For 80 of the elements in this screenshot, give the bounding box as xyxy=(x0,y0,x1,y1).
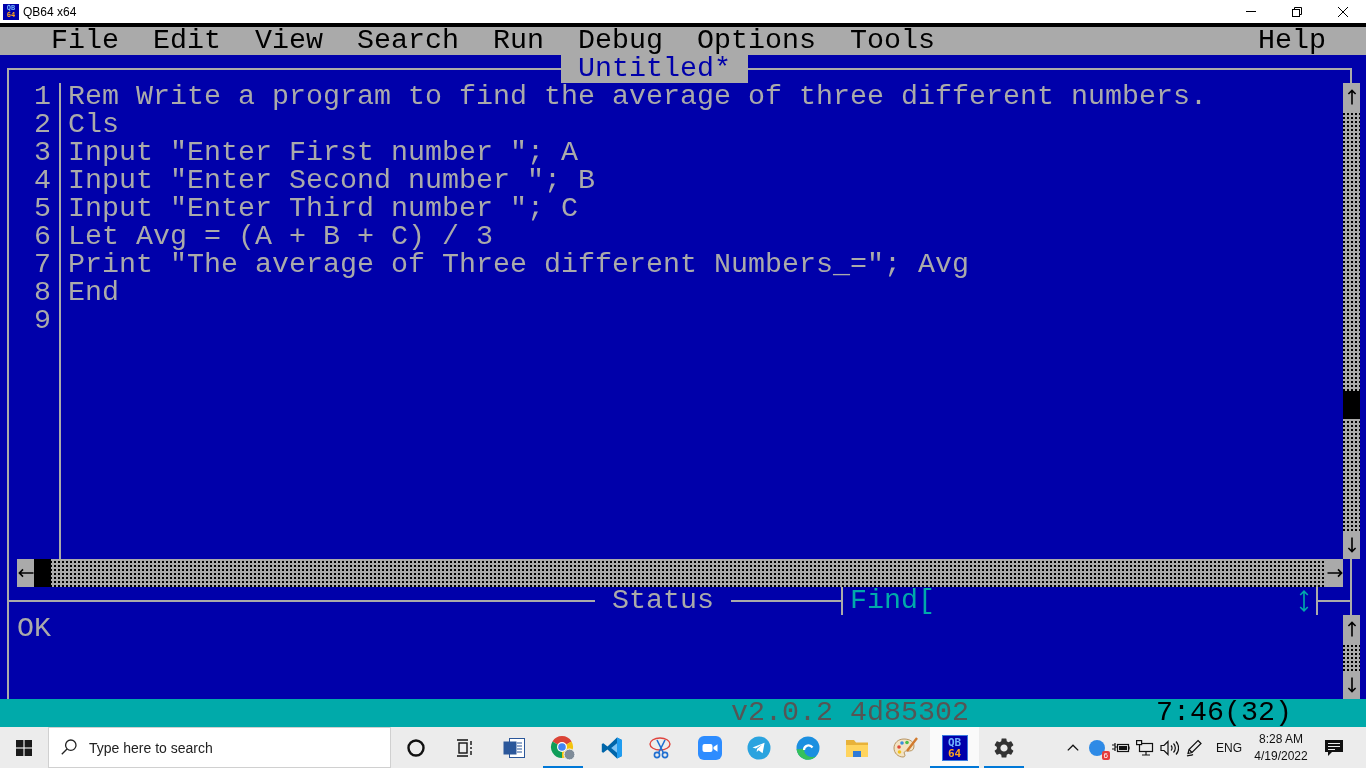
line-number: 8 xyxy=(34,279,51,307)
down-arrow-icon xyxy=(1346,677,1357,693)
scroll-up-button[interactable] xyxy=(1343,83,1360,111)
logo-text: 64 xyxy=(947,747,962,759)
scrollbar-thumb[interactable] xyxy=(34,559,51,587)
language-indicator[interactable]: ENG xyxy=(1216,740,1242,755)
code-line: Input "Enter Second number "; B xyxy=(68,167,595,195)
scroll-right-button[interactable] xyxy=(1326,559,1343,587)
menu-item[interactable]: Run xyxy=(476,27,561,55)
scissors-icon xyxy=(647,735,674,760)
battery-icon[interactable] xyxy=(1111,740,1131,755)
ring-icon xyxy=(405,737,426,758)
scroll-up-button[interactable] xyxy=(1343,615,1360,643)
app-icon[interactable] xyxy=(1089,739,1105,756)
menu-item[interactable]: Debug xyxy=(561,27,680,55)
status-message: OK xyxy=(17,615,51,643)
line-number: 7 xyxy=(34,251,51,279)
line-number: 3 xyxy=(34,139,51,167)
chevron-up-icon[interactable] xyxy=(1067,744,1079,751)
windows-logo-icon xyxy=(16,739,32,756)
menu-item[interactable]: Tools xyxy=(833,27,952,55)
code-line: Cls xyxy=(68,111,119,139)
left-arrow-icon xyxy=(17,568,34,578)
up-down-arrow-icon xyxy=(1299,590,1309,612)
line-number: 5 xyxy=(34,195,51,223)
code-line: Let Avg = (A + B + C) / 3 xyxy=(68,223,493,251)
menu-item[interactable]: Options xyxy=(680,27,833,55)
paper-plane-icon xyxy=(746,735,771,760)
menu-item[interactable]: Help xyxy=(1241,27,1343,55)
restore-icon xyxy=(1292,6,1302,17)
line-number: 6 xyxy=(34,223,51,251)
line-number: 1 xyxy=(34,83,51,111)
code-line: Print "The average of Three different Numbers_="; Avg xyxy=(68,251,969,279)
palette-icon xyxy=(892,735,919,760)
video-camera-icon xyxy=(697,735,722,760)
running-indicator xyxy=(930,766,979,768)
editor-title: Untitled* xyxy=(561,55,748,83)
search-field[interactable]: Type here to search xyxy=(48,727,391,768)
up-arrow-icon xyxy=(1346,89,1357,105)
menu-item[interactable]: Search xyxy=(340,27,476,55)
code-line: Input "Enter Third number "; C xyxy=(68,195,578,223)
code-line: Rem Write a program to find the average of three different numbers. xyxy=(68,83,1207,111)
up-arrow-icon xyxy=(1346,621,1357,637)
notification-icon[interactable] xyxy=(1324,738,1344,757)
scroll-left-button[interactable] xyxy=(17,559,34,587)
running-indicator xyxy=(542,766,583,768)
cursor-position: 7:46(32) xyxy=(1156,699,1292,727)
swirl-icon xyxy=(795,735,820,760)
close-icon xyxy=(1338,6,1348,17)
notification-badge: 6 xyxy=(1101,750,1110,760)
scrollbar-thumb[interactable] xyxy=(1343,391,1360,419)
search-icon xyxy=(61,739,77,755)
document-icon xyxy=(501,735,526,760)
monitor-icon[interactable] xyxy=(1136,739,1154,756)
status-title: Status xyxy=(612,587,714,615)
scroll-down-button[interactable] xyxy=(1343,671,1360,699)
line-number: 4 xyxy=(34,167,51,195)
right-arrow-icon xyxy=(1326,568,1343,578)
menu-item[interactable]: File xyxy=(34,27,136,55)
menu-item[interactable]: Edit xyxy=(136,27,238,55)
version-text: v2.0.2 4d85302 xyxy=(731,699,969,727)
code-line: End xyxy=(68,279,119,307)
code-line: Input "Enter First number "; A xyxy=(68,139,578,167)
line-number: 2 xyxy=(34,111,51,139)
menu-item[interactable]: View xyxy=(238,27,340,55)
ribbon-icon xyxy=(599,735,624,760)
minimize-icon xyxy=(1246,11,1256,12)
line-number: 9 xyxy=(34,307,51,335)
window-title: QB64 x64 xyxy=(23,4,77,19)
logo-text: QB xyxy=(947,736,962,748)
find-label: Find[ xyxy=(850,587,935,615)
color-wheel-icon xyxy=(549,734,576,761)
scroll-down-button[interactable] xyxy=(1343,531,1360,559)
down-arrow-icon xyxy=(1346,537,1357,553)
speaker-icon[interactable] xyxy=(1160,739,1179,756)
pen-icon[interactable] xyxy=(1186,738,1203,757)
taskbar-button[interactable]: QB 64 xyxy=(930,727,979,768)
task-view-icon xyxy=(454,738,475,757)
running-indicator xyxy=(983,766,1024,768)
clock-button[interactable]: 8:28 AM 4/19/2022 xyxy=(1254,730,1308,765)
